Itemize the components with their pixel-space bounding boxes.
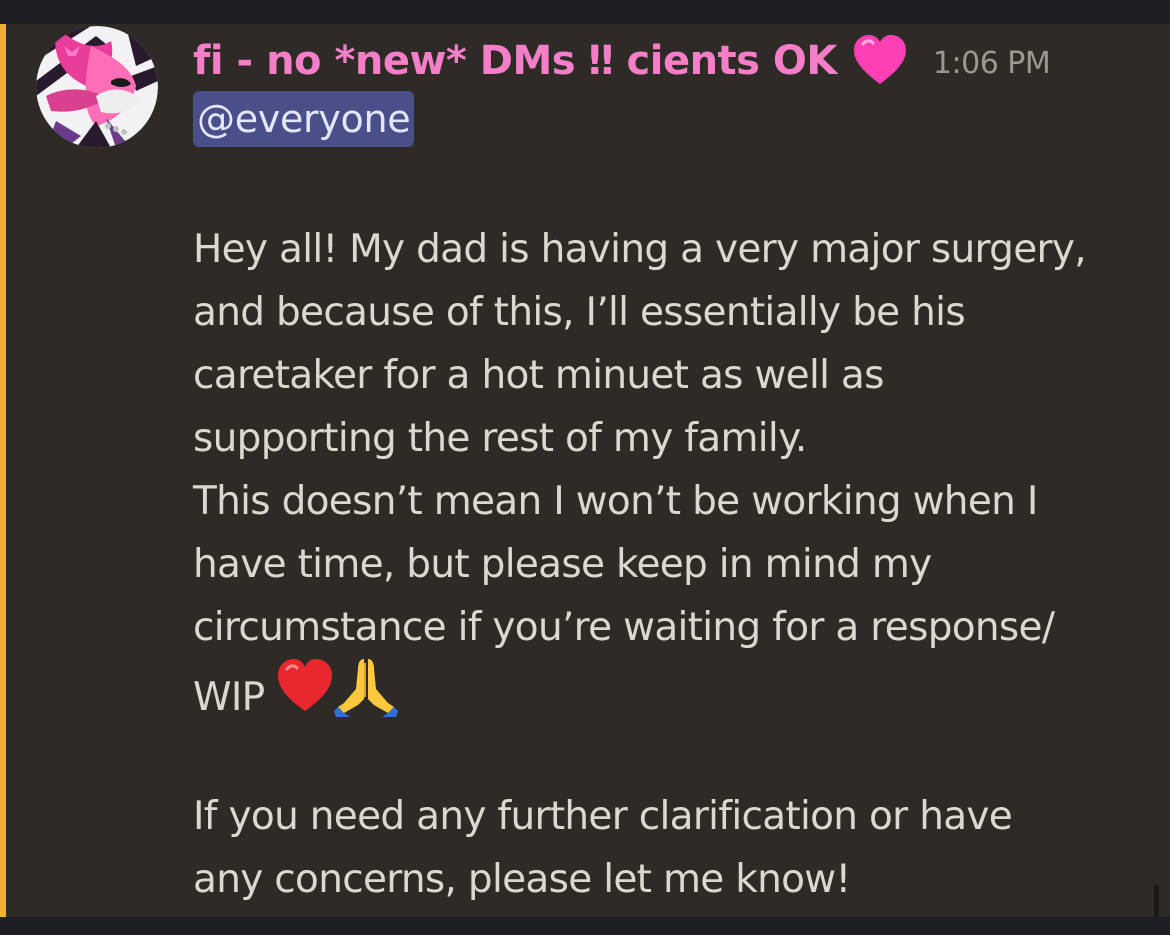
author-name[interactable]: fi - no *new* DMs ‼ cients OK bbox=[193, 38, 837, 84]
body-line: caretaker for a hot minuet as well as bbox=[193, 353, 884, 398]
message-header: fi - no *new* DMs ‼ cients OK 1:06 PM bbox=[193, 32, 1051, 90]
body-line: any concerns, please let me know! bbox=[193, 857, 851, 902]
message-timestamp[interactable]: 1:06 PM bbox=[933, 46, 1051, 81]
body-line: and because of this, I’ll essentially be… bbox=[193, 290, 966, 335]
message-body: Hey all! My dad is having a very major s… bbox=[193, 218, 1153, 911]
everyone-mention[interactable]: @everyone bbox=[193, 91, 415, 147]
mention-highlight-stripe bbox=[0, 24, 6, 917]
pink-heart-icon bbox=[851, 32, 909, 90]
body-line: circumstance if you’re waiting for a res… bbox=[193, 605, 1055, 650]
body-line: supporting the rest of my family. bbox=[193, 416, 807, 461]
folded-hands-icon bbox=[334, 655, 399, 736]
red-heart-icon bbox=[276, 657, 334, 734]
avatar[interactable] bbox=[36, 26, 158, 148]
message-container[interactable]: fi - no *new* DMs ‼ cients OK 1:06 PM @e… bbox=[0, 24, 1170, 917]
body-line-wip-text: WIP bbox=[193, 675, 265, 720]
body-line-wip: WIP bbox=[193, 659, 1153, 722]
top-bar bbox=[0, 0, 1170, 24]
avatar-image bbox=[36, 26, 158, 148]
bottom-bar bbox=[0, 917, 1170, 935]
body-line: This doesn’t mean I won’t be working whe… bbox=[193, 479, 1038, 524]
body-line: Hey all! My dad is having a very major s… bbox=[193, 227, 1087, 272]
body-line: If you need any further clarification or… bbox=[193, 794, 1013, 839]
scrollbar-thumb[interactable] bbox=[1154, 884, 1159, 917]
body-line: have time, but please keep in mind my bbox=[193, 542, 932, 587]
